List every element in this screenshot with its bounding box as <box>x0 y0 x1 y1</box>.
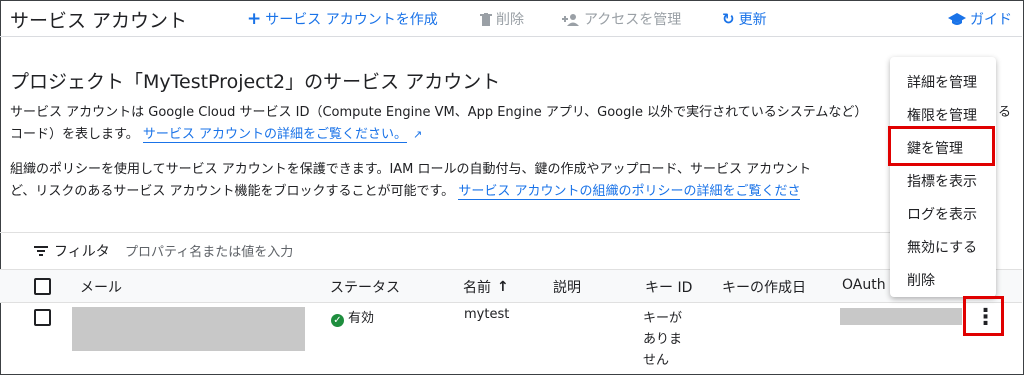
org-policy-docs-link[interactable]: サービス アカウントの組織のポリシーの詳細をご覧くださ <box>458 184 801 200</box>
delete-label: 削除 <box>496 12 524 28</box>
external-link-icon: ↗ <box>412 128 423 141</box>
key-id-line-1: キーが <box>643 311 683 326</box>
status-text: 有効 <box>348 311 375 326</box>
redacted-email <box>72 307 305 351</box>
menu-item-delete[interactable]: 削除 <box>907 270 935 290</box>
key-id-line-3: せん <box>643 353 670 368</box>
service-account-name: mytest <box>464 307 510 322</box>
menu-item-view-logs[interactable]: ログを表示 <box>907 204 977 224</box>
description-overflow-text: る <box>998 105 1012 120</box>
plus-icon: + <box>247 8 262 29</box>
page-title: サービス アカウント <box>10 10 188 32</box>
delete-button[interactable]: 削除 <box>480 9 524 29</box>
person-add-icon <box>562 13 579 26</box>
menu-item-view-metrics[interactable]: 指標を表示 <box>907 171 977 191</box>
school-icon <box>948 12 966 25</box>
status-badge: ✓ 有効 <box>331 307 374 327</box>
check-circle-icon: ✓ <box>331 314 344 327</box>
refresh-icon: ↻ <box>722 9 735 28</box>
section-heading: プロジェクト「MyTestProject2」のサービス アカウント <box>10 71 501 93</box>
description-line-2: コード）を表します。 サービス アカウントの詳細をご覧ください。 ↗ <box>10 123 423 143</box>
menu-item-manage-permissions[interactable]: 権限を管理 <box>907 105 977 125</box>
description-line-1: サービス アカウントは Google Cloud サービス ID（Compute… <box>10 105 868 120</box>
refresh-label: 更新 <box>738 12 767 28</box>
row-checkbox[interactable] <box>34 309 51 326</box>
more-vert-icon[interactable]: ⋮ <box>967 300 1004 335</box>
policy-line-1: 組織のポリシーを使用してサービス アカウントを保護できます。IAM ロールの自動… <box>10 162 812 177</box>
column-header-description[interactable]: 説明 <box>553 277 581 297</box>
menu-item-manage-details[interactable]: 詳細を管理 <box>907 72 977 92</box>
redacted-oauth-id <box>840 308 962 325</box>
description-text: コード）を表します。 <box>10 127 139 142</box>
column-header-key-id[interactable]: キー ID <box>645 277 692 297</box>
filter-icon <box>34 246 48 256</box>
menu-item-disable[interactable]: 無効にする <box>907 237 977 257</box>
create-label: サービス アカウントを作成 <box>265 12 438 28</box>
key-id-line-2: ありま <box>643 332 683 347</box>
policy-text: ど、リスクのあるサービス アカウント機能をブロックすることが可能です。 <box>10 184 455 199</box>
column-header-key-created[interactable]: キーの作成日 <box>722 277 806 297</box>
filter-button[interactable]: フィルタ <box>34 241 110 261</box>
service-account-docs-link[interactable]: サービス アカウントの詳細をご覧ください。 <box>142 127 407 143</box>
filter-input[interactable]: プロパティ名または値を入力 <box>125 241 293 260</box>
column-header-status[interactable]: ステータス <box>330 277 400 297</box>
column-header-name[interactable]: 名前 ↑ <box>463 277 509 297</box>
guide-label: ガイド <box>970 12 1012 28</box>
create-service-account-button[interactable]: + サービス アカウントを作成 <box>247 9 438 29</box>
guide-button[interactable]: ガイド <box>948 9 1012 29</box>
name-header-label: 名前 <box>463 280 491 296</box>
trash-icon <box>480 12 492 26</box>
highlight-manage-keys <box>888 126 995 166</box>
arrow-up-icon: ↑ <box>497 279 509 295</box>
manage-access-button[interactable]: アクセスを管理 <box>562 9 681 29</box>
filter-label: フィルタ <box>54 244 110 260</box>
column-header-email[interactable]: メール <box>80 277 122 297</box>
refresh-button[interactable]: ↻ 更新 <box>722 9 767 29</box>
select-all-checkbox[interactable] <box>34 278 51 295</box>
policy-line-2: ど、リスクのあるサービス アカウント機能をブロックすることが可能です。 サービス… <box>10 180 801 200</box>
manage-access-label: アクセスを管理 <box>584 12 682 28</box>
